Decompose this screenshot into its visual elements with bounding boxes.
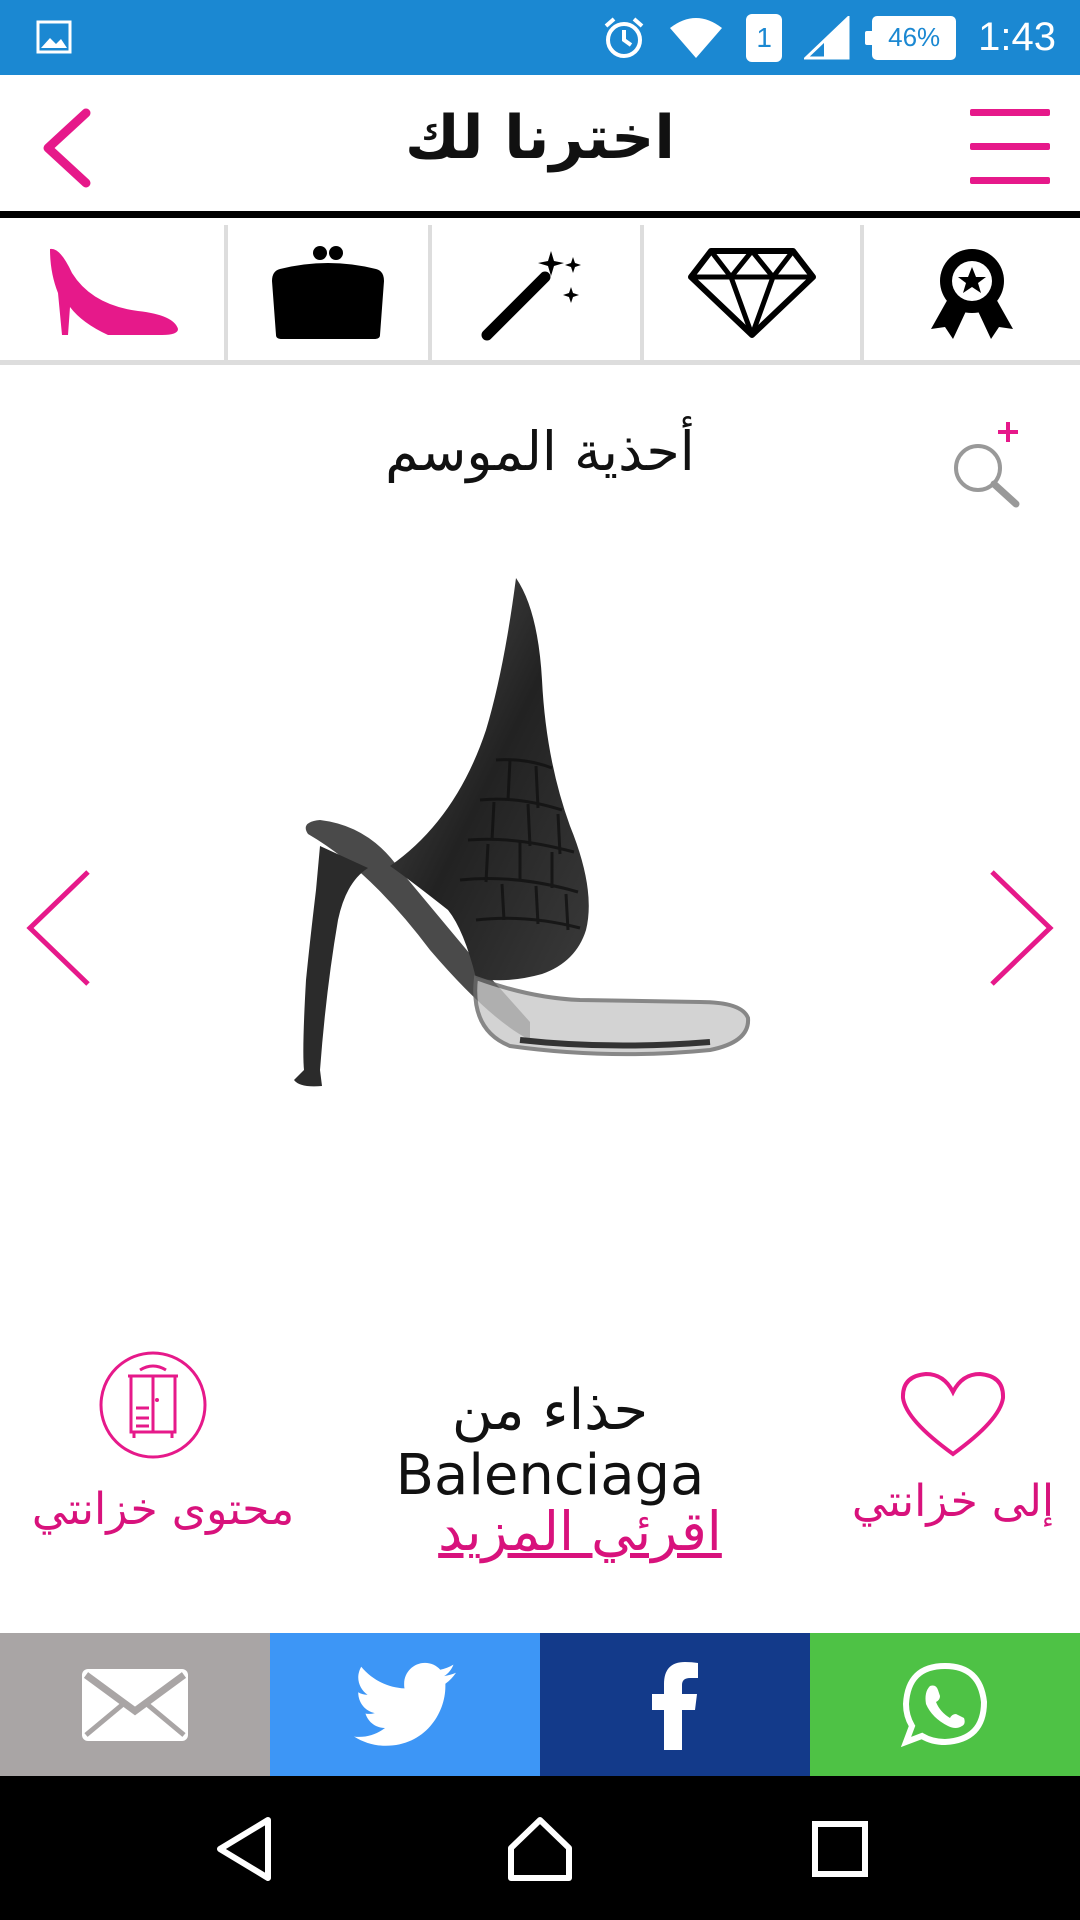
closet-contents-label: محتوى خزانتي [31,1484,295,1535]
add-to-closet-label: إلى خزانتي [851,1476,1055,1527]
sim-icon: 1 [746,13,783,62]
closet-contents-button[interactable]: محتوى خزانتي [18,1350,308,1535]
previous-arrow-icon[interactable] [24,868,94,988]
tab-featured[interactable] [864,225,1080,360]
share-facebook-button[interactable] [540,1633,810,1776]
status-bar: 1 46% 1:43 [0,0,1080,75]
alarm-icon [604,16,644,58]
share-twitter-button[interactable] [270,1633,540,1776]
high-heel-icon [50,248,178,335]
menu-bar [970,109,1050,116]
product-name: حذاء من Balenciaga [395,1378,705,1508]
next-arrow-icon[interactable] [986,868,1056,988]
system-navigation-bar [0,1776,1080,1920]
tab-beauty[interactable] [432,225,644,360]
heart-icon [900,1371,1006,1457]
share-email-button[interactable] [0,1633,270,1776]
menu-bar [970,143,1050,150]
nav-home-icon[interactable] [505,1814,575,1884]
magic-wand-icon [481,250,581,340]
page-title: اخترنا لك [405,103,675,173]
menu-bar [970,177,1050,184]
wardrobe-icon [99,1351,207,1459]
email-icon [82,1668,188,1741]
tab-jewelry[interactable] [644,225,864,360]
nav-back-icon[interactable] [210,1814,280,1884]
whatsapp-icon [900,1662,988,1747]
share-bar [0,1633,1080,1776]
purse-icon [272,245,384,339]
section-title: أحذية الموسم [385,420,695,483]
gallery-icon [36,20,72,54]
product-image [294,578,751,1087]
app-header: اخترنا لك [0,75,1080,218]
diamond-icon [688,247,816,338]
category-tabs [0,225,1080,365]
menu-button[interactable] [970,109,1050,185]
zoom-in-icon[interactable] [946,418,1028,508]
tab-bags[interactable] [228,225,432,360]
signal-icon [804,15,850,59]
tab-shoes[interactable] [0,225,228,360]
read-more-link[interactable]: اقرئي المزيد [420,1500,740,1563]
wifi-icon [670,17,723,58]
twitter-icon [354,1662,456,1746]
nav-recents-icon[interactable] [805,1814,875,1884]
add-to-closet-button[interactable]: إلى خزانتي [848,1370,1058,1527]
award-ribbon-icon [931,248,1013,339]
share-whatsapp-button[interactable] [810,1633,1080,1776]
facebook-icon [652,1661,698,1750]
battery-icon: 46% [865,15,957,60]
status-time: 1:43 [978,15,1056,59]
